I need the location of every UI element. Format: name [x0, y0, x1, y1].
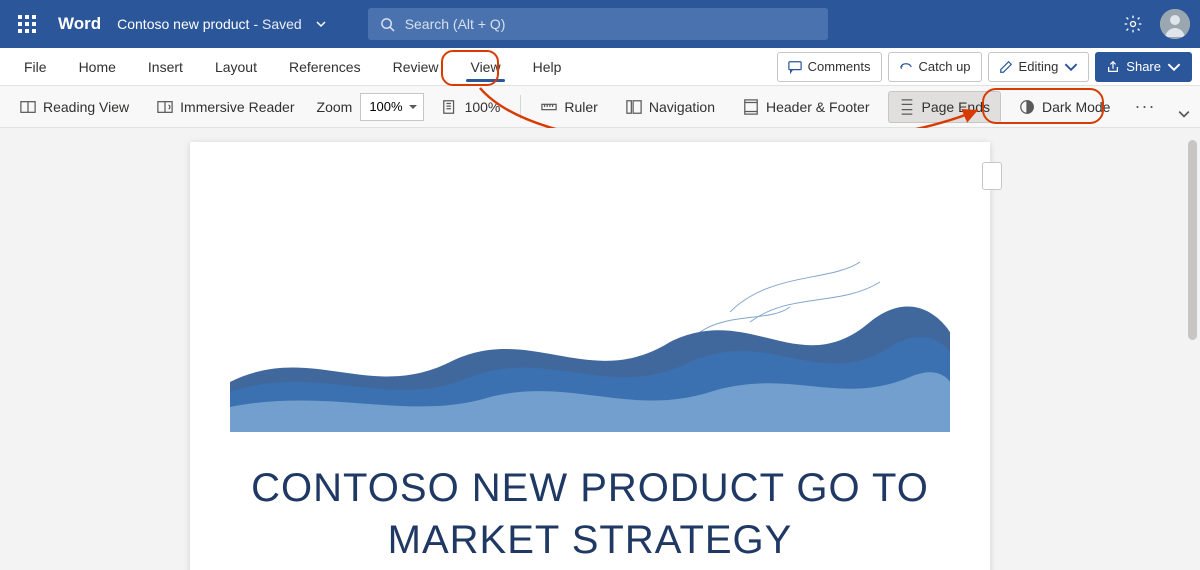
chevron-down-icon	[1064, 60, 1078, 74]
zoom-100-button[interactable]: 100%	[432, 91, 511, 123]
tab-home[interactable]: Home	[63, 48, 132, 86]
document-workspace: CONTOSO NEW PRODUCT GO TO MARKET STRATEG…	[0, 128, 1200, 570]
immersive-reader-button[interactable]: Immersive Reader	[147, 91, 304, 123]
ribbon-more-icon[interactable]: ···	[1134, 96, 1155, 117]
document-page[interactable]: CONTOSO NEW PRODUCT GO TO MARKET STRATEG…	[190, 142, 990, 570]
user-avatar[interactable]	[1160, 9, 1190, 39]
page-ends-button[interactable]: Page Ends	[888, 91, 1002, 123]
vertical-scrollbar[interactable]	[1188, 140, 1197, 340]
chevron-down-icon[interactable]	[312, 15, 330, 33]
tab-view[interactable]: View	[454, 48, 516, 86]
tab-review[interactable]: Review	[377, 48, 455, 86]
document-hero-image	[230, 252, 950, 432]
doc-title-group[interactable]: Contoso new product - Saved	[117, 15, 330, 33]
app-name: Word	[58, 14, 101, 34]
tab-insert[interactable]: Insert	[132, 48, 199, 86]
share-button[interactable]: Share	[1095, 52, 1192, 82]
tab-file[interactable]: File	[8, 48, 63, 86]
tab-layout[interactable]: Layout	[199, 48, 273, 86]
page-tab-handle[interactable]	[982, 162, 1002, 190]
tab-help[interactable]: Help	[517, 48, 578, 86]
catch-up-button[interactable]: Catch up	[888, 52, 982, 82]
ruler-button[interactable]: Ruler	[531, 91, 607, 123]
doc-save-status: - Saved	[253, 16, 301, 32]
divider	[520, 95, 521, 119]
search-placeholder: Search (Alt + Q)	[405, 16, 506, 32]
header-footer-button[interactable]: Header & Footer	[733, 91, 880, 123]
settings-gear-icon[interactable]	[1118, 9, 1148, 39]
ribbon-view: Reading View Immersive Reader Zoom 100% …	[0, 86, 1200, 128]
doc-title: Contoso new product	[117, 16, 249, 32]
search-input[interactable]: Search (Alt + Q)	[368, 8, 828, 40]
app-launcher-icon[interactable]	[10, 7, 44, 41]
ribbon-collapse-icon[interactable]	[1178, 107, 1190, 125]
zoom-label: Zoom	[317, 99, 353, 115]
document-heading: CONTOSO NEW PRODUCT GO TO MARKET STRATEG…	[190, 452, 990, 566]
editing-mode-button[interactable]: Editing	[988, 52, 1090, 82]
dark-mode-button[interactable]: Dark Mode	[1009, 91, 1120, 123]
comments-button[interactable]: Comments	[777, 52, 882, 82]
navigation-button[interactable]: Navigation	[616, 91, 725, 123]
tab-references[interactable]: References	[273, 48, 377, 86]
zoom-select[interactable]: 100%	[360, 93, 423, 121]
reading-view-button[interactable]: Reading View	[10, 91, 139, 123]
ribbon-tabs: File Home Insert Layout References Revie…	[0, 48, 1200, 86]
chevron-down-icon	[1167, 60, 1181, 74]
title-bar: Word Contoso new product - Saved Search …	[0, 0, 1200, 48]
